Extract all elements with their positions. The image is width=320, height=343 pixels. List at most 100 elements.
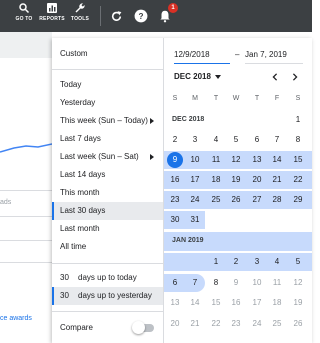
preset-this-week-label: This week (Sun – Today) — [60, 116, 148, 125]
calendar-day[interactable]: 15 — [288, 151, 308, 169]
calendar-day[interactable]: 23 — [165, 191, 185, 209]
date-range-dropdown: Custom Today Yesterday This week (Sun – … — [52, 38, 312, 343]
calendar-day[interactable]: 2 — [226, 253, 246, 271]
calendar-day[interactable]: 3 — [185, 131, 205, 149]
calendar-day[interactable]: 31 — [185, 211, 205, 229]
calendar-day[interactable]: 24 — [185, 191, 205, 209]
calendar-day[interactable]: 22 — [288, 171, 308, 189]
weekday-header: T — [213, 95, 219, 102]
preset-last-30-days[interactable]: Last 30 days — [52, 202, 163, 220]
reports-button[interactable]: REPORTS — [39, 2, 65, 30]
calendar-day[interactable]: 22 — [206, 315, 226, 333]
calendar-day[interactable]: 9 — [165, 151, 185, 169]
calendar-day[interactable]: 14 — [267, 151, 287, 169]
calendar-day[interactable]: 23 — [226, 315, 246, 333]
preset-all-time[interactable]: All time — [52, 238, 163, 256]
refresh-button[interactable] — [106, 6, 126, 26]
end-date-input[interactable]: Jan 7, 2019 — [245, 50, 303, 64]
background-page — [0, 32, 52, 343]
start-date-input[interactable]: 12/9/2018 — [174, 50, 230, 64]
preset-divider — [52, 311, 163, 312]
calendar-day[interactable]: 2 — [165, 131, 185, 149]
calendar-day[interactable]: 21 — [185, 315, 205, 333]
days-up-to-today-row[interactable]: 30 days up to today — [52, 269, 163, 287]
svg-text:?: ? — [139, 12, 144, 21]
calendar-day[interactable]: 7 — [185, 274, 205, 292]
calendar-day[interactable]: 26 — [226, 191, 246, 209]
notification-badge: 1 — [168, 3, 178, 13]
tools-button[interactable]: TOOLS — [68, 2, 92, 30]
calendar-day[interactable]: 19 — [226, 171, 246, 189]
calendar-day[interactable]: 4 — [267, 253, 287, 271]
calendar-day[interactable]: 19 — [288, 294, 308, 312]
next-month-button[interactable] — [288, 70, 302, 84]
calendar-day[interactable]: 15 — [206, 294, 226, 312]
calendar-day[interactable]: 14 — [185, 294, 205, 312]
compare-label: Compare — [60, 323, 93, 332]
preset-today[interactable]: Today — [52, 76, 163, 94]
caret-down-icon — [214, 74, 221, 79]
calendar-day[interactable]: 13 — [165, 294, 185, 312]
month-selector-label: DEC 2018 — [174, 72, 211, 81]
calendar-day[interactable]: 5 — [288, 253, 308, 271]
calendar-day[interactable]: 6 — [247, 131, 267, 149]
calendar-day[interactable]: 4 — [206, 131, 226, 149]
calendar-day[interactable]: 11 — [267, 274, 287, 292]
chevron-right-icon — [292, 73, 298, 81]
calendar-day[interactable]: 26 — [288, 315, 308, 333]
calendar-day[interactable]: 8 — [288, 131, 308, 149]
preset-divider — [52, 69, 163, 70]
calendar-day[interactable]: 6 — [165, 274, 185, 292]
calendar-day[interactable]: 5 — [226, 131, 246, 149]
compare-toggle-knob[interactable] — [132, 321, 145, 334]
preset-last-14-days[interactable]: Last 14 days — [52, 166, 163, 184]
calendar-day[interactable]: 11 — [206, 151, 226, 169]
calendar-day[interactable]: 3 — [247, 253, 267, 271]
calendar-day[interactable]: 16 — [165, 171, 185, 189]
calendar-day[interactable]: 7 — [267, 131, 287, 149]
days-up-to-yesterday-row[interactable]: 30 days up to yesterday — [52, 287, 163, 305]
preset-last-week-label: Last week (Sun – Sat) — [60, 152, 139, 161]
background-divider — [0, 240, 52, 241]
calendar-day[interactable]: 12 — [288, 274, 308, 292]
calendar-day[interactable]: 13 — [247, 151, 267, 169]
calendar-day[interactable]: 30 — [165, 211, 185, 229]
calendar-day[interactable]: 1 — [206, 253, 226, 271]
month-selector[interactable]: DEC 2018 — [174, 72, 221, 81]
days-up-to-yesterday-input[interactable]: 30 — [60, 291, 69, 300]
preset-last-week[interactable]: Last week (Sun – Sat) — [52, 148, 163, 166]
calendar-day[interactable]: 17 — [185, 171, 205, 189]
days-up-to-today-input[interactable]: 30 — [60, 273, 69, 282]
background-divider — [0, 190, 52, 191]
preset-last-month[interactable]: Last month — [52, 220, 163, 238]
calendar-day[interactable]: 28 — [267, 191, 287, 209]
calendar-day[interactable]: 10 — [247, 274, 267, 292]
calendar-day[interactable]: 21 — [267, 171, 287, 189]
help-button[interactable]: ? — [131, 6, 151, 26]
preset-yesterday[interactable]: Yesterday — [52, 94, 163, 112]
calendar-day[interactable]: 17 — [247, 294, 267, 312]
previous-month-button[interactable] — [268, 70, 282, 84]
calendar-day[interactable]: 20 — [165, 315, 185, 333]
goto-button[interactable]: GO TO — [12, 2, 36, 30]
calendar-day[interactable]: 18 — [206, 171, 226, 189]
calendar-day[interactable]: 29 — [288, 191, 308, 209]
calendar-day[interactable]: 20 — [247, 171, 267, 189]
weekday-header: W — [232, 95, 240, 102]
calendar-day[interactable]: 27 — [247, 191, 267, 209]
calendar-day[interactable]: 10 — [185, 151, 205, 169]
calendar-day[interactable]: 18 — [267, 294, 287, 312]
calendar-day[interactable]: 9 — [226, 274, 246, 292]
calendar-day[interactable]: 8 — [206, 274, 226, 292]
calendar-day[interactable]: 24 — [247, 315, 267, 333]
preset-custom[interactable]: Custom — [52, 45, 163, 63]
calendar-day[interactable]: 16 — [226, 294, 246, 312]
background-link[interactable]: ce awards — [0, 315, 32, 322]
calendar-day[interactable]: 12 — [226, 151, 246, 169]
calendar-day[interactable]: 25 — [206, 191, 226, 209]
preset-this-week[interactable]: This week (Sun – Today) — [52, 112, 163, 130]
preset-this-month[interactable]: This month — [52, 184, 163, 202]
calendar-day[interactable]: 1 — [288, 111, 308, 129]
calendar-day[interactable]: 25 — [267, 315, 287, 333]
preset-last-7-days[interactable]: Last 7 days — [52, 130, 163, 148]
